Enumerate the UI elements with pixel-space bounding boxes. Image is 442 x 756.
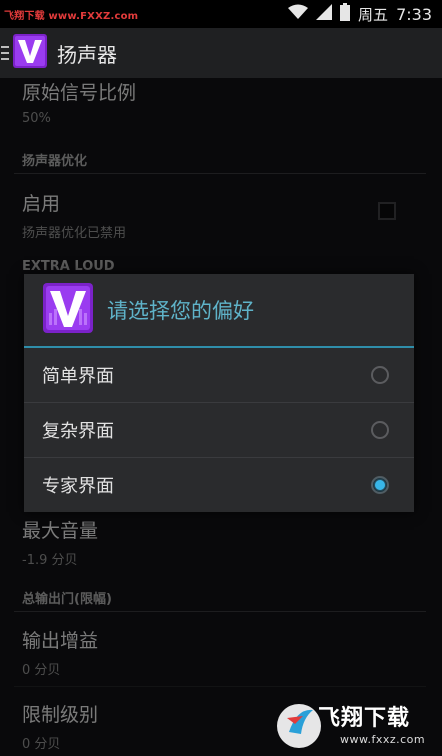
battery-icon — [340, 3, 351, 25]
option-simple[interactable]: 简单界面 — [24, 348, 414, 402]
top-watermark: 飞翔下载 www.FXXZ.com — [4, 11, 139, 22]
site-watermark-name: 飞翔下载 — [318, 706, 411, 731]
option-complex[interactable]: 复杂界面 — [24, 403, 414, 457]
signal-icon — [316, 4, 333, 24]
status-time: 7:33 — [396, 4, 432, 24]
dialog-header: 请选择您的偏好 — [24, 274, 414, 346]
option-label: 专家界面 — [42, 476, 114, 497]
preference-dialog: 请选择您的偏好 简单界面 复杂界面 专家界面 — [24, 274, 414, 512]
page-title: 扬声器 — [57, 42, 117, 67]
app-logo-icon[interactable] — [13, 34, 47, 72]
radio-simple[interactable] — [371, 366, 389, 384]
action-bar: 扬声器 — [0, 28, 442, 78]
option-label: 简单界面 — [42, 366, 114, 387]
app-logo-icon — [43, 283, 93, 337]
radio-expert-selected[interactable] — [371, 476, 389, 494]
site-watermark-url: www.fxxz.com — [340, 733, 426, 746]
radio-complex[interactable] — [371, 421, 389, 439]
menu-icon[interactable] — [1, 46, 9, 60]
option-label: 复杂界面 — [42, 421, 114, 442]
option-expert[interactable]: 专家界面 — [24, 458, 414, 512]
status-icons: 周五 7:33 — [288, 3, 432, 25]
status-bar: 飞翔下载 www.FXXZ.com 周五 7:33 — [0, 0, 442, 28]
dialog-title: 请选择您的偏好 — [107, 299, 254, 323]
wifi-icon — [288, 4, 309, 24]
status-day: 周五 — [358, 5, 389, 24]
